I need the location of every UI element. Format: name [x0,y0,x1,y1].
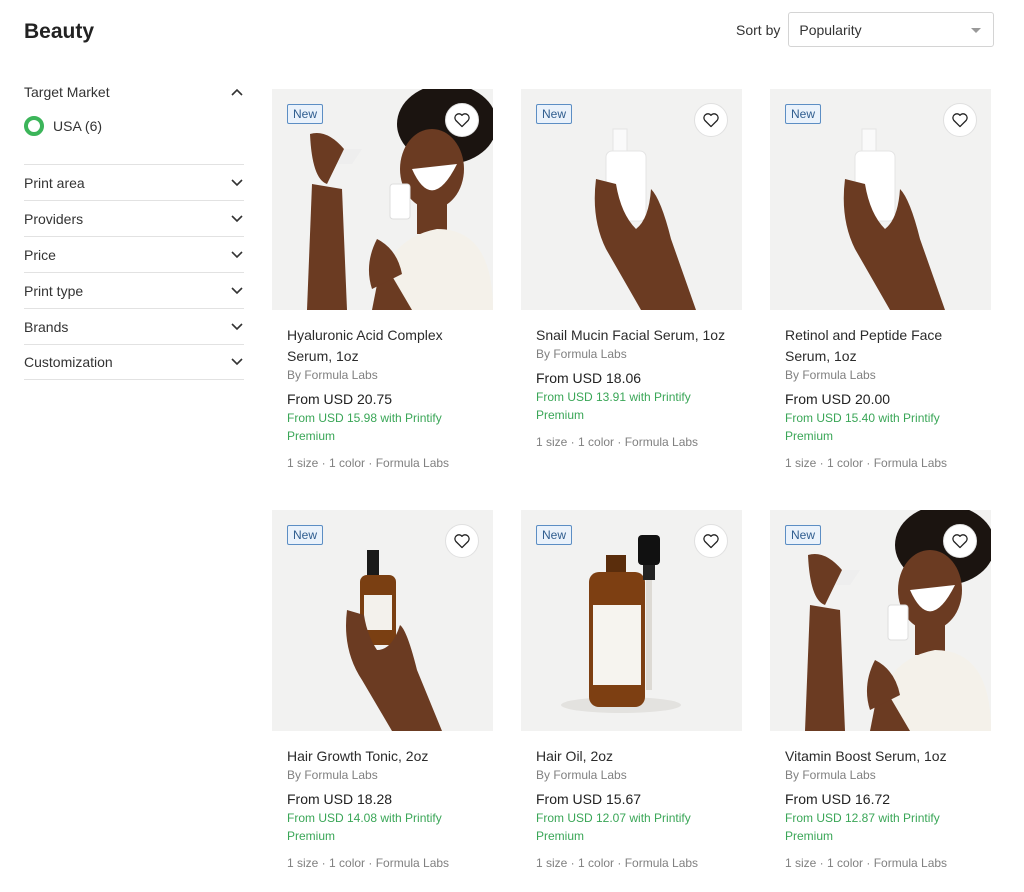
product-card[interactable]: New Hair Growth Tonic, 2oz By Formula Labs… [272,510,493,870]
product-meta: 1 size · 1 color · Formula Labs [536,856,699,870]
filter-print-type[interactable]: Print type [24,272,244,308]
premium-price: From USD 12.87 with Printify Premium [785,811,940,843]
filter-customization[interactable]: Customization [24,344,244,380]
heart-outline-icon[interactable] [694,524,728,558]
product-image[interactable]: New [770,89,991,310]
premium-price: From USD 14.08 with Printify Premium [287,811,442,843]
radio-selected-icon[interactable] [24,116,44,136]
chevron-down-icon [230,284,244,298]
product-brand: By Formula Labs [536,347,627,361]
chevron-down-icon [230,248,244,262]
filter-label: Customization [24,354,113,370]
heart-outline-icon[interactable] [943,103,977,137]
filter-brands[interactable]: Brands [24,308,244,344]
filter-label: Providers [24,210,84,227]
product-card[interactable]: New Vitamin Boost Serum, 1oz By Formula La… [770,510,991,870]
product-price: From USD 18.28 [287,791,393,807]
product-image[interactable]: New [272,510,493,731]
product-card[interactable]: New Hyaluronic Acid Complex Serum, 1oz By … [272,89,493,470]
product-card[interactable]: New Snail Mucin Facial Serum, 1oz By Formu… [521,89,742,449]
chevron-down-icon [230,355,244,369]
product-price: From USD 20.75 [287,391,393,407]
filter-label: Target Market [24,84,110,100]
market-option-usa[interactable]: USA (6) [24,108,244,144]
sort-select[interactable]: Popularity [788,12,995,47]
product-brand: By Formula Labs [785,768,876,782]
product-price: From USD 15.67 [536,791,642,807]
new-badge: New [287,525,324,545]
product-price: From USD 18.06 [536,370,642,386]
product-brand: By Formula Labs [785,368,876,382]
product-title[interactable]: Hair Oil, 2oz [536,746,727,767]
filter-providers[interactable]: Providers [24,200,244,236]
sort-control: Sort by Popularity [736,12,995,47]
page-title: Beauty [24,20,95,43]
product-meta: 1 size · 1 color · Formula Labs [785,856,948,870]
filter-label: Print type [24,282,84,299]
new-badge: New [287,104,324,124]
product-price: From USD 20.00 [785,391,891,407]
heart-outline-icon[interactable] [445,524,479,558]
product-card[interactable]: New Retinol and Peptide Face Serum, 1oz By… [770,89,991,470]
product-title[interactable]: Vitamin Boost Serum, 1oz [785,746,976,767]
new-badge: New [536,525,573,545]
sort-value: Popularity [799,21,862,38]
market-option-label: USA (6) [53,118,103,134]
filter-price[interactable]: Price [24,236,244,272]
caret-down-icon [971,28,982,33]
chevron-down-icon [230,176,244,190]
product-title[interactable]: Snail Mucin Facial Serum, 1oz [536,325,727,346]
product-title[interactable]: Retinol and Peptide Face Serum, 1oz [785,325,976,367]
product-brand: By Formula Labs [536,768,627,782]
filter-label: Price [24,246,56,263]
product-brand: By Formula Labs [287,368,378,382]
premium-price: From USD 15.98 with Printify Premium [287,411,442,443]
premium-price: From USD 15.40 with Printify Premium [785,411,940,443]
filter-target-market[interactable]: Target Market [24,76,244,108]
new-badge: New [785,104,822,124]
heart-outline-icon[interactable] [694,103,728,137]
chevron-down-icon [230,320,244,334]
product-meta: 1 size · 1 color · Formula Labs [287,856,450,870]
chevron-up-icon [230,85,244,99]
new-badge: New [536,104,573,124]
product-title[interactable]: Hair Growth Tonic, 2oz [287,746,478,767]
premium-price: From USD 12.07 with Printify Premium [536,811,691,843]
product-title[interactable]: Hyaluronic Acid Complex Serum, 1oz [287,325,478,367]
product-image[interactable]: New [521,510,742,731]
heart-outline-icon[interactable] [445,103,479,137]
product-meta: 1 size · 1 color · Formula Labs [287,456,450,470]
filter-sidebar: Target Market USA (6) Print area Provider… [24,76,244,380]
product-image[interactable]: New [521,89,742,310]
sort-label: Sort by [736,21,781,38]
filter-print-area[interactable]: Print area [24,164,244,200]
filter-label: Print area [24,174,85,191]
product-price: From USD 16.72 [785,791,891,807]
filter-label: Brands [24,318,69,335]
product-image[interactable]: New [272,89,493,310]
product-meta: 1 size · 1 color · Formula Labs [785,456,948,470]
product-image[interactable]: New [770,510,991,731]
product-card[interactable]: New Hair Oil, 2oz By Formula Labs From USD … [521,510,742,870]
heart-outline-icon[interactable] [943,524,977,558]
product-meta: 1 size · 1 color · Formula Labs [536,435,699,449]
chevron-down-icon [230,212,244,226]
new-badge: New [785,525,822,545]
product-brand: By Formula Labs [287,768,378,782]
premium-price: From USD 13.91 with Printify Premium [536,390,691,422]
